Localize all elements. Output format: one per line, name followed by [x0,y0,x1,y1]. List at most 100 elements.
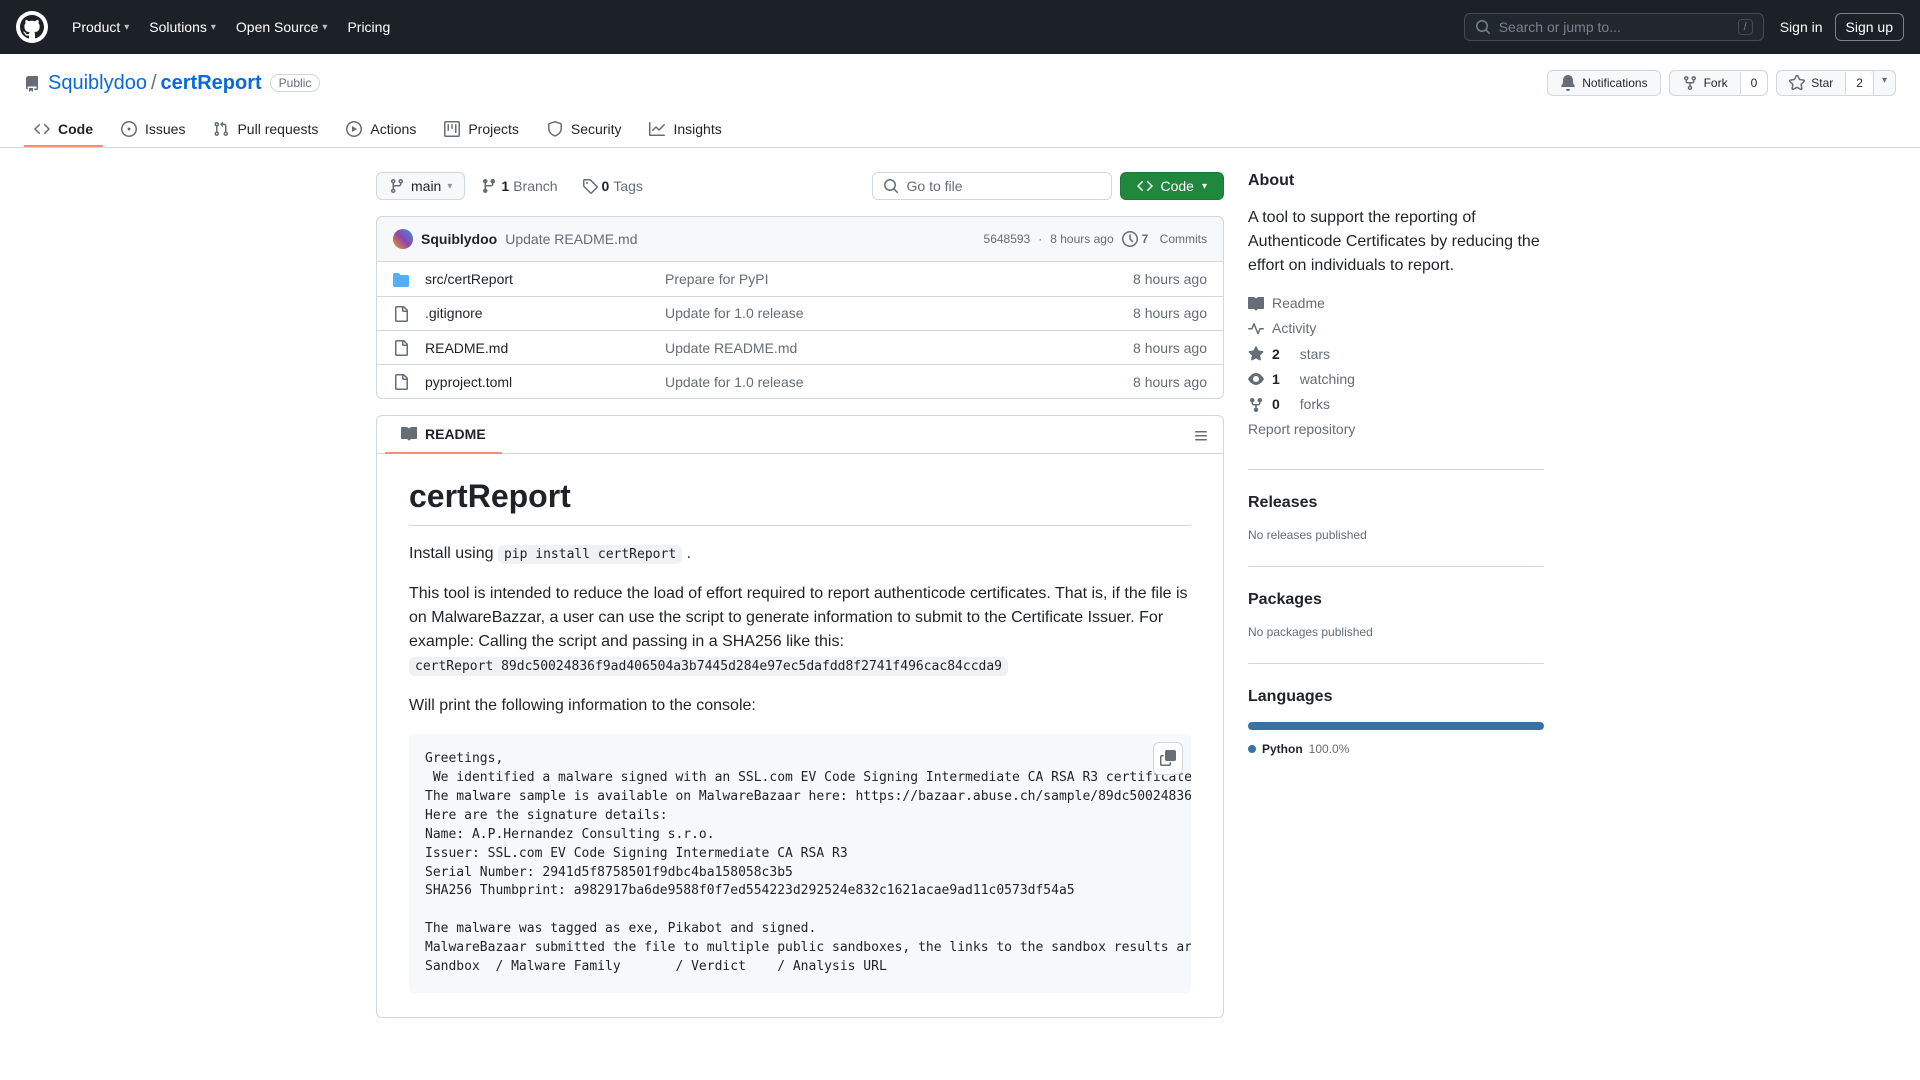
list-icon [1193,428,1209,444]
file-commit-msg[interactable]: Update for 1.0 release [665,305,1133,321]
file-name[interactable]: .gitignore [425,305,665,321]
shield-icon [547,120,563,137]
file-name[interactable]: pyproject.toml [425,374,665,390]
toc-button[interactable] [1187,420,1215,449]
file-name[interactable]: README.md [425,340,665,356]
nav-opensource[interactable]: Open Source▾ [228,13,336,41]
file-commit-msg[interactable]: Prepare for PyPI [665,271,1133,287]
readme-content: certReport Install using pip install cer… [377,454,1223,1016]
commit-author[interactable]: Squiblydoo [421,231,497,247]
avatar[interactable] [393,229,413,249]
code-button[interactable]: Code ▾ [1120,172,1225,200]
file-icon [393,373,409,390]
search-icon [883,178,899,194]
forks-link[interactable]: 0 forks [1248,395,1544,412]
commit-message[interactable]: Update README.md [505,231,637,247]
branch-icon [389,178,405,194]
sign-up-button[interactable]: Sign up [1835,13,1904,41]
tab-insights[interactable]: Insights [639,112,731,147]
nav-product[interactable]: Product▾ [64,13,137,41]
branch-selector[interactable]: main ▾ [376,172,465,200]
about-heading: About [1248,172,1544,190]
tab-issues[interactable]: Issues [111,112,195,147]
packages-heading[interactable]: Packages [1248,591,1544,609]
table-icon [444,120,460,137]
github-logo[interactable] [16,11,48,43]
file-row: .gitignoreUpdate for 1.0 release8 hours … [377,297,1223,331]
file-commit-msg[interactable]: Update README.md [665,340,1133,356]
star-button[interactable]: Star 2 [1776,70,1874,96]
book-icon [1248,294,1264,311]
issue-icon [121,120,137,137]
about-description: A tool to support the reporting of Authe… [1248,206,1544,278]
nav-pricing[interactable]: Pricing [339,13,398,41]
tab-code[interactable]: Code [24,112,103,147]
readme-container: README certReport Install using pip inst… [376,415,1224,1017]
eye-icon [1248,370,1264,387]
branch-icon [481,178,497,194]
repo-breadcrumb: Squiblydoo / certReport [48,72,262,95]
file-time: 8 hours ago [1133,340,1207,356]
activity-link[interactable]: Activity [1248,320,1544,337]
global-header: Product▾ Solutions▾ Open Source▾ Pricing… [0,0,1920,54]
search-input[interactable]: Search or jump to... / [1464,13,1764,41]
sign-in-link[interactable]: Sign in [1780,19,1823,35]
language-python[interactable]: Python 100.0% [1248,742,1544,756]
language-bar [1248,722,1544,730]
pulse-icon [1248,320,1264,337]
file-list: src/certReportPrepare for PyPI8 hours ag… [376,262,1224,399]
mark-github-icon [20,15,44,39]
go-to-file-input[interactable]: Go to file [872,172,1112,200]
tab-security[interactable]: Security [537,112,632,147]
report-repo-link[interactable]: Report repository [1248,421,1544,437]
latest-commit: Squiblydoo Update README.md 5648593 · 8 … [376,216,1224,262]
fork-button[interactable]: Fork 0 [1669,70,1769,96]
releases-heading[interactable]: Releases [1248,494,1544,512]
tab-actions[interactable]: Actions [336,112,426,147]
repo-nav: Code Issues Pull requests Actions Projec… [0,112,1920,148]
copy-button[interactable] [1153,742,1183,775]
branches-link[interactable]: 1Branch [473,173,565,199]
readme-link[interactable]: Readme [1248,294,1544,311]
commits-link[interactable]: 7 Commits [1122,231,1207,247]
releases-none: No releases published [1248,528,1544,542]
nav-solutions[interactable]: Solutions▾ [141,13,224,41]
tag-icon [582,178,598,194]
pr-icon [213,120,229,137]
tab-pullrequests[interactable]: Pull requests [203,112,328,147]
readme-tab[interactable]: README [385,416,502,454]
fork-icon [1248,395,1264,412]
repo-owner-link[interactable]: Squiblydoo [48,72,147,95]
tags-link[interactable]: 0Tags [574,173,651,199]
install-code: pip install certReport [498,545,682,564]
repo-name-link[interactable]: certReport [161,72,262,95]
file-time: 8 hours ago [1133,305,1207,321]
copy-icon [1160,750,1176,766]
packages-none: No packages published [1248,625,1544,639]
file-time: 8 hours ago [1133,271,1207,287]
tab-projects[interactable]: Projects [434,112,529,147]
commit-sha[interactable]: 5648593 [984,232,1031,246]
file-row: pyproject.tomlUpdate for 1.0 release8 ho… [377,365,1223,398]
stars-link[interactable]: 2 stars [1248,345,1544,362]
notifications-button[interactable]: Notifications [1547,70,1660,96]
fork-count[interactable]: 0 [1740,72,1768,94]
star-icon [1248,345,1264,362]
file-commit-msg[interactable]: Update for 1.0 release [665,374,1133,390]
file-icon [393,339,409,356]
file-icon [393,305,409,322]
play-icon [346,120,362,137]
star-count[interactable]: 2 [1845,72,1873,94]
file-row: README.mdUpdate README.md8 hours ago [377,331,1223,365]
chevron-down-icon: ▾ [322,22,327,33]
output-codeblock: Greetings, We identified a malware signe… [409,734,1191,992]
folder-icon [393,270,409,287]
star-icon [1789,75,1805,91]
file-name[interactable]: src/certReport [425,271,665,287]
file-toolbar: main ▾ 1Branch 0Tags Go to file Code ▾ [376,172,1224,200]
star-dropdown[interactable]: ▾ [1874,70,1896,96]
chevron-down-icon: ▾ [124,22,129,33]
watching-link[interactable]: 1 watching [1248,370,1544,387]
search-icon [1475,19,1491,35]
search-placeholder: Search or jump to... [1499,19,1621,35]
